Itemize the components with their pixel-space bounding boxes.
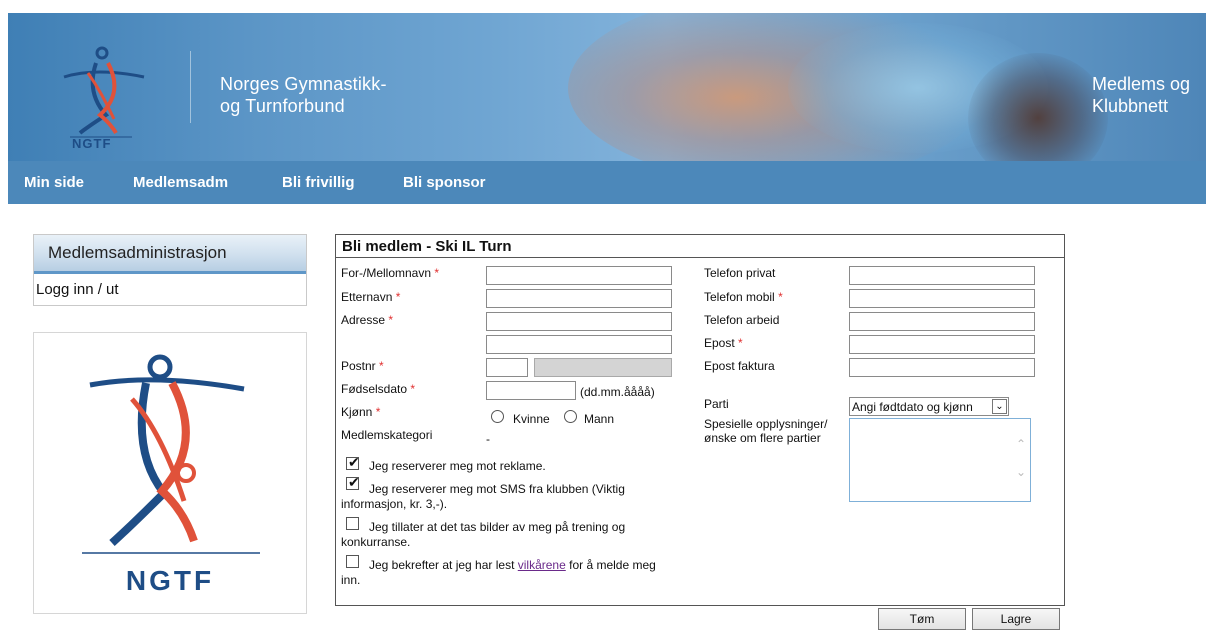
party-select-value: Angi fødtdato og kjønn (852, 400, 973, 414)
checkbox-label: Jeg reserverer meg mot reklame. (369, 459, 546, 473)
postcode-label: Postnr * (341, 359, 384, 373)
membership-form: Bli medlem - Ski IL Turn For-/Mellomnavn… (335, 234, 1065, 606)
party-label: Parti (704, 397, 729, 411)
nav-item-bli-frivillig[interactable]: Bli frivillig (282, 174, 355, 191)
birthdate-format-hint: (dd.mm.åååå) (580, 385, 655, 399)
no-sms-checkbox[interactable]: ✔ (346, 475, 360, 490)
gender-male-radio[interactable] (564, 410, 577, 423)
gender-female-radio[interactable] (491, 410, 504, 423)
gymnast-logo-icon (63, 46, 145, 138)
checkbox-label: Jeg tillater at det tas bilder av meg på… (369, 520, 626, 534)
phone-mobile-label: Telefon mobil * (704, 290, 783, 304)
form-title: Bli medlem - Ski IL Turn (342, 238, 512, 255)
email-input[interactable] (849, 335, 1035, 354)
save-button[interactable]: Lagre (972, 608, 1060, 630)
last-name-label: Etternavn * (341, 290, 401, 304)
first-name-input[interactable] (486, 266, 672, 285)
checkbox-label-cont: inn. (341, 573, 361, 587)
nav-item-min-side[interactable]: Min side (24, 174, 84, 191)
last-name-input[interactable] (486, 289, 672, 308)
email-label: Epost * (704, 336, 743, 350)
site-name: Medlems og Klubbnett (1092, 73, 1190, 117)
chevron-down-icon: ⌄ (992, 399, 1007, 414)
phone-private-label: Telefon privat (704, 266, 776, 280)
org-name-line: og Turnforbund (220, 96, 345, 116)
checkbox-label-cont: konkurranse. (341, 535, 411, 549)
special-info-label-cont: ønske om flere partier (704, 431, 821, 445)
birthdate-label: Fødselsdato * (341, 382, 416, 396)
gymnast-logo-icon (82, 354, 260, 554)
nav-item-medlemsadm[interactable]: Medlemsadm (133, 174, 228, 191)
special-info-textarea[interactable]: ⌃ ⌄ (849, 418, 1031, 502)
site-name-line: Klubbnett (1091, 96, 1169, 116)
sidebar-header: Medlemsadministrasjon (34, 235, 306, 274)
address-input[interactable] (486, 312, 672, 331)
first-name-label: For-/Mellomnavn * (341, 266, 440, 280)
gender-female-label: Kvinne (513, 412, 550, 426)
org-name-line: Norges Gymnastikk- (220, 74, 387, 94)
phone-work-label: Telefon arbeid (704, 313, 780, 327)
birthdate-input[interactable] (486, 381, 576, 400)
checkbox-label: Jeg bekrefter at jeg har lest vilkårene … (369, 558, 656, 572)
phone-mobile-input[interactable] (849, 289, 1035, 308)
terms-checkbox[interactable] (346, 555, 359, 568)
phone-work-input[interactable] (849, 312, 1035, 331)
sidebar-menu: Medlemsadministrasjon Logg inn / ut (33, 234, 307, 306)
category-label: Medlemskategori (341, 428, 433, 442)
ngtf-logo[interactable]: NGTF (56, 33, 146, 155)
sidebar-title: Medlemsadministrasjon (48, 243, 227, 262)
header-banner: NGTF Norges Gymnastikk- og Turnforbund M… (8, 13, 1206, 161)
clear-button[interactable]: Tøm (878, 608, 966, 630)
login-logout-link[interactable]: Logg inn / ut (36, 281, 119, 298)
scroll-down-icon[interactable]: ⌄ (1016, 465, 1026, 479)
organization-name: Norges Gymnastikk- og Turnforbund (220, 73, 387, 117)
site-name-line: Medlems og (1091, 74, 1190, 94)
email-invoice-label: Epost faktura (704, 359, 775, 373)
gender-label: Kjønn * (341, 405, 381, 419)
postcode-input[interactable] (486, 358, 528, 377)
nav-item-bli-sponsor[interactable]: Bli sponsor (403, 174, 486, 191)
header-divider (190, 51, 191, 123)
email-invoice-input[interactable] (849, 358, 1035, 377)
checkbox-label: Jeg reserverer meg mot SMS fra klubben (… (369, 482, 625, 496)
gender-male-label: Mann (584, 412, 615, 426)
form-title-bar: Bli medlem - Ski IL Turn (336, 235, 1064, 258)
logo-text: NGTF (72, 136, 112, 151)
address-line2-input[interactable] (486, 335, 672, 354)
city-readonly-field (534, 358, 672, 377)
category-value: - (486, 432, 490, 446)
scroll-up-icon[interactable]: ⌃ (1016, 437, 1026, 451)
photo-consent-checkbox[interactable] (346, 517, 359, 530)
main-nav: Min side Medlemsadm Bli frivillig Bli sp… (8, 161, 1206, 204)
checkbox-label-cont: informasjon, kr. 3,-). (341, 497, 448, 511)
party-select[interactable]: Angi fødtdato og kjønn ⌄ (849, 397, 1009, 416)
logo-text: NGTF (125, 565, 215, 596)
terms-link[interactable]: vilkårene (518, 558, 566, 572)
special-info-label: Spesielle opplysninger/ (704, 417, 828, 431)
no-advertising-checkbox[interactable]: ✔ (346, 455, 360, 470)
address-label: Adresse * (341, 313, 394, 327)
sidebar-logo: NGTF (33, 332, 307, 614)
phone-private-input[interactable] (849, 266, 1035, 285)
